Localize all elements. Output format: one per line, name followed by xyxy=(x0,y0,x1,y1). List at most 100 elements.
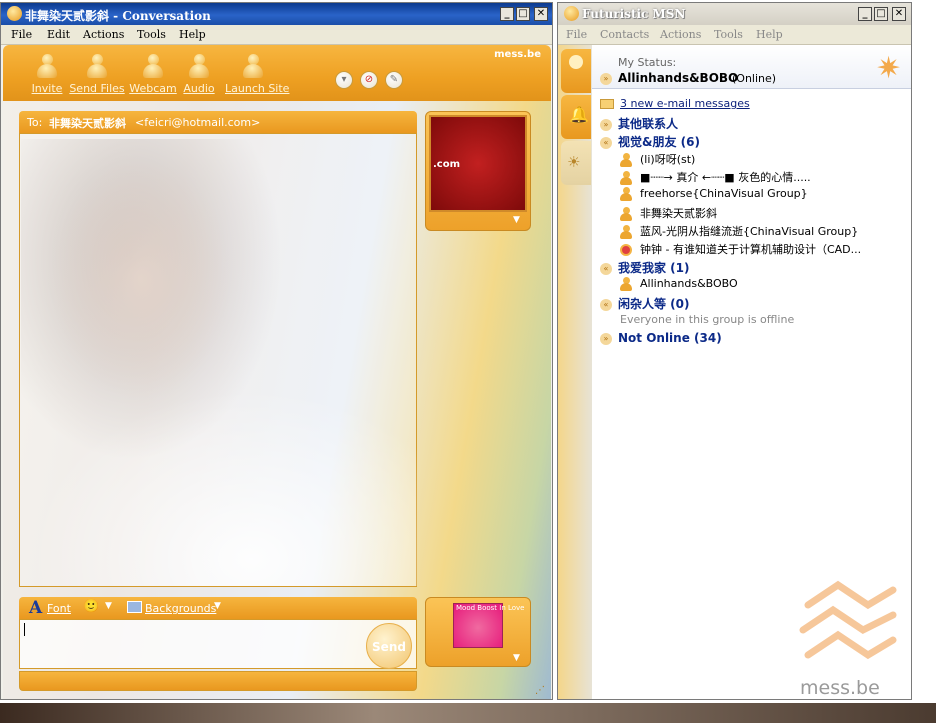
my-display-picture: Mood Boost In Love xyxy=(453,603,525,648)
contact-item[interactable]: 钟钟 - 有谁知道关于计算机辅助设计（CAD... xyxy=(620,241,905,259)
launch-site-button[interactable]: Launch Site xyxy=(225,51,289,99)
conversation-titlebar[interactable]: 非舞染天贰影斜 - Conversation _ □ ✕ xyxy=(1,3,552,25)
bell-icon: 🔔 xyxy=(569,105,589,124)
contacts-tab[interactable] xyxy=(561,49,591,93)
menu-file[interactable]: File xyxy=(566,28,587,41)
group-header[interactable]: «视觉&朋友 (6) xyxy=(600,133,700,151)
font-button[interactable]: Font xyxy=(47,602,71,615)
chevron-collapse-icon: « xyxy=(600,299,612,311)
group-header[interactable]: » 其他联系人 xyxy=(600,115,678,133)
block-button[interactable]: ⊘ xyxy=(360,71,378,89)
webcam-icon xyxy=(140,51,166,81)
msn-buddy-icon xyxy=(7,6,22,21)
launch-site-icon xyxy=(240,51,266,81)
group-header[interactable]: «我爱我家 (1) xyxy=(600,259,690,277)
weather-tab[interactable]: ☀ xyxy=(561,141,591,185)
group-header[interactable]: » Not Online (34) xyxy=(600,331,722,349)
send-files-button[interactable]: Send Files xyxy=(69,51,125,99)
my-name: Allinhands&BOBO xyxy=(618,71,739,85)
to-label: To: xyxy=(27,116,43,129)
sun-cloud-icon: ☀ xyxy=(567,153,581,171)
menu-tools[interactable]: Tools xyxy=(714,28,743,41)
chevron-expand-icon: » xyxy=(600,119,612,131)
contact-item[interactable]: 非舞染天贰影斜 xyxy=(620,205,717,223)
email-notice[interactable]: 3 new e-mail messages xyxy=(600,97,750,115)
down-arrow-button[interactable]: ▾ xyxy=(335,71,353,89)
send-button[interactable]: Send xyxy=(366,623,412,669)
close-button[interactable]: ✕ xyxy=(892,7,906,21)
to-name: 非舞染天贰影斜 xyxy=(49,117,126,130)
close-button[interactable]: ✕ xyxy=(534,7,548,21)
to-header: To: 非舞染天贰影斜 <feicri@hotmail.com> xyxy=(19,111,417,133)
person-online-icon xyxy=(620,171,632,185)
contact-item[interactable]: (li)呀呀(st) xyxy=(620,151,695,169)
menu-actions[interactable]: Actions xyxy=(83,28,124,41)
menu-actions[interactable]: Actions xyxy=(660,28,701,41)
chevron-collapse-icon: « xyxy=(600,137,612,149)
my-status-label: My Status: xyxy=(618,56,677,69)
person-icon xyxy=(569,55,583,69)
conversation-toolbar: Invite Send Files Webcam Audio Launch Si… xyxy=(3,45,551,101)
my-online-state: (Online) xyxy=(732,72,777,85)
compose-toolbar: A Font 🙂 ▼ Backgrounds ▼ xyxy=(19,597,417,619)
person-online-icon xyxy=(620,187,632,201)
conversation-window: 非舞染天贰影斜 - Conversation _ □ ✕ File Edit A… xyxy=(0,2,553,700)
person-online-icon xyxy=(620,153,632,167)
menu-tools[interactable]: Tools xyxy=(137,28,166,41)
messbe-mark-icon: ✷ xyxy=(876,51,902,86)
offline-note: Everyone in this group is offline xyxy=(620,313,795,326)
contact-item[interactable]: 蓝风-光阴从指缝流逝{ChinaVisual Group} xyxy=(620,223,858,241)
message-input[interactable] xyxy=(19,619,417,669)
contact-item[interactable]: ■┈┈→ 真介 ←┈┈■ 灰色的心情..... xyxy=(620,169,811,187)
contact-display-picture: .com xyxy=(429,115,527,212)
menu-edit[interactable]: Edit xyxy=(47,28,70,41)
chevron-down-icon[interactable]: ▼ xyxy=(513,215,520,225)
send-files-icon xyxy=(84,51,110,81)
menu-help[interactable]: Help xyxy=(756,28,783,41)
resize-grip-icon[interactable]: ⋰ xyxy=(535,685,545,696)
person-online-icon xyxy=(620,207,632,221)
msn-titlebar[interactable]: Futuristic MSN _ □ ✕ xyxy=(558,3,911,25)
chevron-expand-icon: » xyxy=(600,333,612,345)
conversation-title: 非舞染天贰影斜 - Conversation xyxy=(25,9,211,23)
messbe-brand-text: mess.be xyxy=(800,677,880,699)
alerts-tab[interactable]: 🔔 xyxy=(561,95,591,139)
status-chevron-icon[interactable]: » xyxy=(600,72,618,85)
backgrounds-chevron-icon[interactable]: ▼ xyxy=(214,601,221,611)
minimize-button[interactable]: _ xyxy=(858,7,872,21)
menu-contacts[interactable]: Contacts xyxy=(600,28,649,41)
background-portrait xyxy=(21,139,417,586)
busy-status-icon xyxy=(620,244,632,256)
audio-icon xyxy=(186,51,212,81)
my-status-area[interactable]: My Status: » Allinhands&BOBO (Online) ✷ xyxy=(592,45,911,89)
to-email: <feicri@hotmail.com> xyxy=(135,116,261,129)
audio-button[interactable]: Audio xyxy=(171,51,227,99)
contact-item[interactable]: freehorse{ChinaVisual Group} xyxy=(620,187,808,205)
contact-item[interactable]: Allinhands&BOBO xyxy=(620,277,738,295)
menu-help[interactable]: Help xyxy=(179,28,206,41)
msn-menubar: File Contacts Actions Tools Help xyxy=(558,25,911,45)
minimize-button[interactable]: _ xyxy=(500,7,514,21)
invite-button[interactable]: Invite xyxy=(19,51,75,99)
font-icon: A xyxy=(29,598,43,618)
my-picture-chevron-icon[interactable]: ▼ xyxy=(513,653,520,663)
emoticon-icon[interactable]: 🙂 xyxy=(83,599,99,614)
backgrounds-button[interactable]: Backgrounds xyxy=(145,602,216,615)
invite-icon xyxy=(34,51,60,81)
msn-title: Futuristic MSN xyxy=(582,7,686,21)
group-header[interactable]: «闲杂人等 (0) xyxy=(600,295,690,313)
text-cursor xyxy=(24,623,25,636)
msn-window: Futuristic MSN _ □ ✕ File Contacts Actio… xyxy=(557,2,912,700)
person-online-icon xyxy=(620,277,632,291)
emoticon-menu-chevron-icon[interactable]: ▼ xyxy=(105,601,112,611)
maximize-button[interactable]: □ xyxy=(516,7,530,21)
messbe-large-logo-icon xyxy=(799,580,897,660)
compose-footer xyxy=(19,671,417,691)
msn-buddy-icon xyxy=(564,6,579,21)
pen-button[interactable]: ✎ xyxy=(385,71,403,89)
envelope-icon xyxy=(600,99,614,109)
desktop-strip xyxy=(0,703,936,723)
person-online-icon xyxy=(620,225,632,239)
maximize-button[interactable]: □ xyxy=(874,7,888,21)
menu-file[interactable]: File xyxy=(11,28,32,41)
